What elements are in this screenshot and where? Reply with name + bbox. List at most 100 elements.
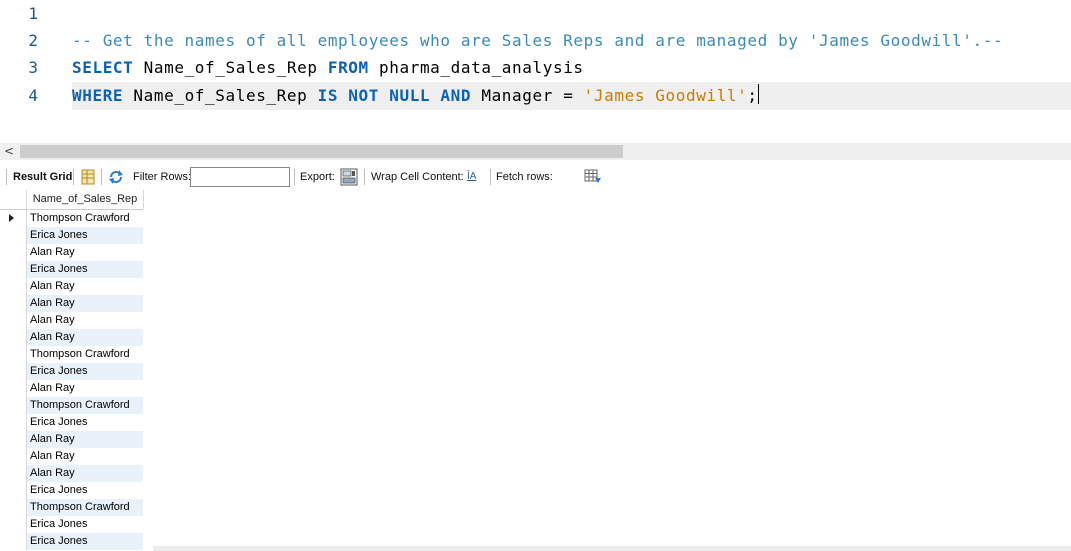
fetch-rows-icon[interactable] bbox=[584, 169, 602, 185]
table-row[interactable]: Thompson Crawford bbox=[0, 397, 143, 414]
row-gutter[interactable] bbox=[0, 346, 27, 363]
grid-cell[interactable]: Alan Ray bbox=[27, 244, 143, 261]
table-row[interactable]: Alan Ray bbox=[0, 244, 143, 261]
sql-keyword-from: FROM bbox=[327, 58, 369, 77]
table-row[interactable]: Alan Ray bbox=[0, 278, 143, 295]
toolbar-separator bbox=[101, 169, 102, 185]
row-gutter[interactable] bbox=[0, 465, 27, 482]
code-line-1[interactable]: 1 bbox=[0, 0, 1071, 28]
row-header-corner bbox=[0, 190, 27, 209]
grid-cell[interactable]: Alan Ray bbox=[27, 465, 143, 482]
sql-comment: -- Get the names of all employees who ar… bbox=[72, 31, 1004, 50]
line-number: 4 bbox=[28, 86, 38, 105]
table-row[interactable]: Thompson Crawford bbox=[0, 346, 143, 363]
table-row[interactable]: Alan Ray bbox=[0, 295, 143, 312]
table-row[interactable]: Erica Jones bbox=[0, 482, 143, 499]
table-row[interactable]: Alan Ray bbox=[0, 312, 143, 329]
grid-cell[interactable]: Alan Ray bbox=[27, 448, 143, 465]
sql-string: 'James Goodwill' bbox=[583, 86, 748, 105]
row-gutter[interactable] bbox=[0, 295, 27, 312]
sql-keyword-select: SELECT bbox=[72, 58, 134, 77]
row-gutter[interactable] bbox=[0, 499, 27, 516]
line-number: 1 bbox=[28, 4, 38, 23]
grid-cell[interactable]: Alan Ray bbox=[27, 380, 143, 397]
grid-cell[interactable]: Alan Ray bbox=[27, 431, 143, 448]
filter-rows-input[interactable] bbox=[190, 167, 290, 187]
row-gutter[interactable] bbox=[0, 244, 27, 261]
toolbar-separator bbox=[490, 169, 491, 185]
code-line-4[interactable]: 4 WHERE Name_of_Sales_Rep IS NOT NULL AN… bbox=[28, 82, 1071, 110]
row-gutter[interactable] bbox=[0, 278, 27, 295]
table-row[interactable]: Erica Jones bbox=[0, 533, 143, 550]
table-row[interactable]: Alan Ray bbox=[0, 465, 143, 482]
row-gutter[interactable] bbox=[0, 533, 27, 550]
grid-cell[interactable]: Thompson Crawford bbox=[27, 210, 143, 227]
table-row[interactable]: Alan Ray bbox=[0, 431, 143, 448]
row-gutter[interactable] bbox=[0, 380, 27, 397]
grid-cell[interactable]: Erica Jones bbox=[27, 482, 143, 499]
scrollbar-thumb[interactable] bbox=[20, 145, 623, 158]
grid-cell[interactable]: Alan Ray bbox=[27, 295, 143, 312]
grid-cell[interactable]: Erica Jones bbox=[27, 533, 143, 550]
grid-cell[interactable]: Erica Jones bbox=[27, 516, 143, 533]
row-gutter[interactable] bbox=[0, 227, 27, 244]
wrap-cell-content-label: Wrap Cell Content: bbox=[371, 171, 464, 183]
sql-keyword-is-not-null-and: IS NOT NULL AND bbox=[317, 86, 472, 105]
row-gutter[interactable] bbox=[0, 312, 27, 329]
row-gutter[interactable] bbox=[0, 329, 27, 346]
line-number: 3 bbox=[28, 58, 38, 77]
row-gutter[interactable] bbox=[0, 431, 27, 448]
text-caret bbox=[757, 84, 759, 104]
toolbar-separator bbox=[73, 169, 74, 185]
current-row-marker-icon bbox=[9, 214, 14, 222]
grid-cell[interactable]: Erica Jones bbox=[27, 261, 143, 278]
grid-cell[interactable]: Erica Jones bbox=[27, 414, 143, 431]
table-row[interactable]: Erica Jones bbox=[0, 516, 143, 533]
table-row[interactable]: Erica Jones bbox=[0, 261, 143, 278]
row-gutter[interactable] bbox=[0, 448, 27, 465]
table-row[interactable]: Alan Ray bbox=[0, 329, 143, 346]
toolbar-separator bbox=[6, 169, 7, 185]
table-row[interactable]: Thompson Crawford bbox=[0, 499, 143, 516]
sql-column: Name_of_Sales_Rep bbox=[133, 58, 328, 77]
row-gutter[interactable] bbox=[0, 482, 27, 499]
grid-cell[interactable]: Alan Ray bbox=[27, 312, 143, 329]
bottom-scroll-area bbox=[153, 546, 1071, 551]
row-gutter[interactable] bbox=[0, 414, 27, 431]
grid-cell[interactable]: Erica Jones bbox=[27, 363, 143, 380]
result-toolbar: Result Grid Filter Rows: Export: Wrap Ce… bbox=[0, 166, 1071, 188]
grid-cell[interactable]: Erica Jones bbox=[27, 227, 143, 244]
result-grid-tab[interactable]: Result Grid bbox=[13, 166, 72, 188]
wrap-cell-toggle-icon[interactable]: ĪA bbox=[467, 166, 476, 188]
line-number: 2 bbox=[28, 31, 38, 50]
table-row[interactable]: Thompson Crawford bbox=[0, 210, 143, 227]
grid-cell[interactable]: Alan Ray bbox=[27, 329, 143, 346]
grid-cell[interactable]: Thompson Crawford bbox=[27, 499, 143, 516]
code-line-3[interactable]: 3 SELECT Name_of_Sales_Rep FROM pharma_d… bbox=[0, 54, 1071, 82]
row-gutter[interactable] bbox=[0, 261, 27, 278]
row-gutter[interactable] bbox=[0, 363, 27, 380]
grid-cell[interactable]: Thompson Crawford bbox=[27, 397, 143, 414]
table-row[interactable]: Alan Ray bbox=[0, 448, 143, 465]
grid-cell[interactable]: Thompson Crawford bbox=[27, 346, 143, 363]
scroll-left-arrow-icon[interactable]: < bbox=[4, 143, 14, 160]
sql-condition: Manager = bbox=[471, 86, 584, 105]
row-gutter[interactable] bbox=[0, 210, 27, 227]
sql-keyword-where: WHERE bbox=[72, 86, 124, 105]
editor-horizontal-scrollbar[interactable]: < bbox=[0, 143, 1071, 160]
grid-view-icon[interactable] bbox=[80, 169, 96, 185]
code-line-2[interactable]: 2 -- Get the names of all employees who … bbox=[0, 27, 1071, 55]
table-row[interactable]: Erica Jones bbox=[0, 227, 143, 244]
column-header-name-of-sales-rep[interactable]: Name_of_Sales_Rep bbox=[27, 190, 144, 209]
export-icon[interactable] bbox=[340, 168, 358, 186]
table-row[interactable]: Alan Ray bbox=[0, 380, 143, 397]
table-row[interactable]: Erica Jones bbox=[0, 363, 143, 380]
row-gutter[interactable] bbox=[0, 516, 27, 533]
sql-editor[interactable]: 1 2 -- Get the names of all employees wh… bbox=[0, 0, 1071, 143]
grid-cell[interactable]: Alan Ray bbox=[27, 278, 143, 295]
toolbar-separator bbox=[294, 169, 295, 185]
refresh-icon[interactable] bbox=[108, 169, 124, 185]
filter-rows-label: Filter Rows: bbox=[133, 171, 192, 183]
row-gutter[interactable] bbox=[0, 397, 27, 414]
table-row[interactable]: Erica Jones bbox=[0, 414, 143, 431]
